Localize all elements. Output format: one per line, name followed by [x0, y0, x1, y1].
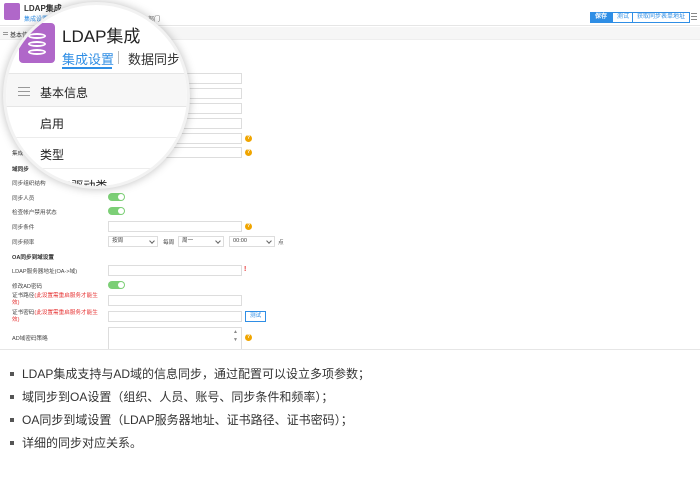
form-row-modify-pwd: 修改AD密码 — [0, 279, 700, 293]
chevron-down-icon — [149, 238, 155, 244]
cert-pwd-input[interactable] — [108, 311, 242, 322]
sync-freq-label: 同步频率 — [12, 240, 35, 246]
list-item-text: OA同步到域设置（LDAP服务器地址、证书路径、证书密码）； — [22, 413, 353, 427]
cert-pwd-label: 证书密码(此设置需重启服务才能生效) — [12, 310, 104, 324]
form-row-sync-condition: 同步条件 ? — [0, 220, 700, 234]
list-item: 详细的同步对应关系。 — [10, 435, 690, 458]
bullet-icon — [10, 441, 14, 445]
freq-time-value: 00:00 — [233, 238, 247, 244]
help-icon[interactable]: ? — [245, 149, 252, 156]
modify-pwd-label: 修改AD密码 — [12, 284, 43, 290]
check-disabled-label: 检查帐户禁用状态 — [12, 210, 57, 216]
freq-time-select[interactable]: 00:00 — [229, 236, 275, 247]
freq-day-value: 周一 — [182, 238, 194, 244]
mag-tab-integration[interactable]: 集成设置 — [62, 49, 114, 68]
tab-divider — [118, 51, 119, 64]
cert-path-text: 证书路径 — [12, 293, 35, 299]
pwd-policy-label: AD域密码策略 — [12, 336, 48, 342]
sync-person-toggle[interactable] — [108, 193, 125, 201]
form-row-ldap-server: LDAP服务器地址(OA->域) ! — [0, 264, 700, 278]
ldap-server-input[interactable] — [108, 265, 242, 276]
cert-test-button[interactable]: 测试 — [245, 311, 267, 322]
magnifier-zoom: LDAP集成 集成设置 数据同步 基本信息 启用 类型 LDAP驱动类 — [3, 2, 190, 189]
feature-list: LDAP集成支持与AD域的信息同步，通过配置可以设立多项参数； 域同步到OA设置… — [10, 366, 690, 458]
modify-pwd-toggle[interactable] — [108, 281, 125, 289]
freq-unit-value: 按周 — [112, 238, 124, 244]
section-row-oa: OA同步到域设置 — [0, 250, 700, 264]
pwd-policy-textarea[interactable] — [108, 327, 242, 349]
bullet-icon — [10, 372, 14, 376]
form-row-check-disabled: 检查帐户禁用状态 — [0, 205, 700, 219]
list-item: OA同步到域设置（LDAP服务器地址、证书路径、证书密码）； — [10, 412, 690, 435]
sync-person-label: 同步人员 — [12, 196, 35, 202]
ldap-database-icon — [19, 23, 55, 63]
freq-unit-select[interactable]: 按周 — [108, 236, 158, 247]
help-icon[interactable]: ? — [245, 334, 252, 341]
ldap-server-label: LDAP服务器地址(OA->域) — [12, 269, 78, 275]
app-window: LDAP集成 集成设置 部门 保存 测试 获取同步表单地址 基本信息 Facto… — [0, 0, 700, 350]
divider — [6, 168, 187, 169]
chevron-down-icon — [266, 238, 272, 244]
form-row-sync-person: 同步人员 — [0, 191, 700, 205]
cert-path-input[interactable] — [108, 295, 242, 306]
section-label-oa-sync: OA同步到域设置 — [12, 255, 54, 261]
menu-icon[interactable] — [691, 13, 697, 20]
test-button[interactable]: 测试 — [612, 12, 635, 23]
required-mark: ! — [244, 266, 247, 273]
list-item-text: 详细的同步对应关系。 — [22, 436, 143, 450]
list-item-text: 域同步到OA设置（组织、人员、账号、同步条件和频率）； — [22, 390, 334, 404]
help-icon[interactable]: ? — [245, 223, 252, 230]
bullet-icon — [10, 418, 14, 422]
cert-pwd-text: 证书密码 — [12, 310, 35, 316]
save-button[interactable]: 保存 — [590, 12, 613, 23]
hamburger-icon — [3, 32, 8, 35]
sync-condition-label: 同步条件 — [12, 225, 35, 231]
chevron-down-icon — [215, 238, 221, 244]
fetch-sync-form-button[interactable]: 获取同步表单地址 — [632, 12, 691, 23]
check-disabled-toggle[interactable] — [108, 207, 125, 215]
form-row-cert-path: 证书路径(此设置需重启服务才能生效) — [0, 292, 700, 308]
mag-section-bar — [6, 73, 187, 107]
list-item: LDAP集成支持与AD域的信息同步，通过配置可以设立多项参数； — [10, 366, 690, 389]
divider — [6, 137, 187, 138]
disk-shape — [28, 33, 46, 39]
mag-section-title: 基本信息 — [40, 86, 89, 100]
hamburger-icon — [18, 87, 30, 96]
list-item-text: LDAP集成支持与AD域的信息同步，通过配置可以设立多项参数； — [22, 367, 371, 381]
mag-tab-data-sync[interactable]: 数据同步 — [128, 49, 180, 68]
cert-path-label: 证书路径(此设置需重启服务才能生效) — [12, 293, 104, 307]
form-row-cert-pwd: 证书密码(此设置需重启服务才能生效) 测试 — [0, 309, 700, 325]
list-item: 域同步到OA设置（组织、人员、账号、同步条件和频率）； — [10, 389, 690, 412]
freq-suffix-label: 点 — [278, 240, 284, 246]
help-icon[interactable]: ? — [245, 135, 252, 142]
mag-item-enable: 启用 — [40, 117, 65, 131]
ldap-logo-icon — [4, 3, 20, 20]
form-row-sync-freq: 同步频率 按周 每周 周一 00:00 点 — [0, 235, 700, 249]
freq-every-label: 每周 — [163, 240, 175, 246]
stepper-icon[interactable]: ▲ ▼ — [233, 328, 238, 344]
bullet-icon — [10, 395, 14, 399]
disk-shape — [28, 49, 46, 55]
freq-day-select[interactable]: 周一 — [178, 236, 224, 247]
mag-item-type: 类型 — [40, 148, 65, 162]
mag-title: LDAP集成 — [62, 27, 141, 46]
form-row-pwd-policy: AD域密码策略 ▲ ▼ ? — [0, 326, 700, 349]
sync-condition-input[interactable] — [108, 221, 242, 232]
disk-shape — [28, 41, 46, 47]
active-tab-underline — [62, 67, 112, 69]
section-label-domain-sync: 域同步 — [12, 167, 29, 173]
